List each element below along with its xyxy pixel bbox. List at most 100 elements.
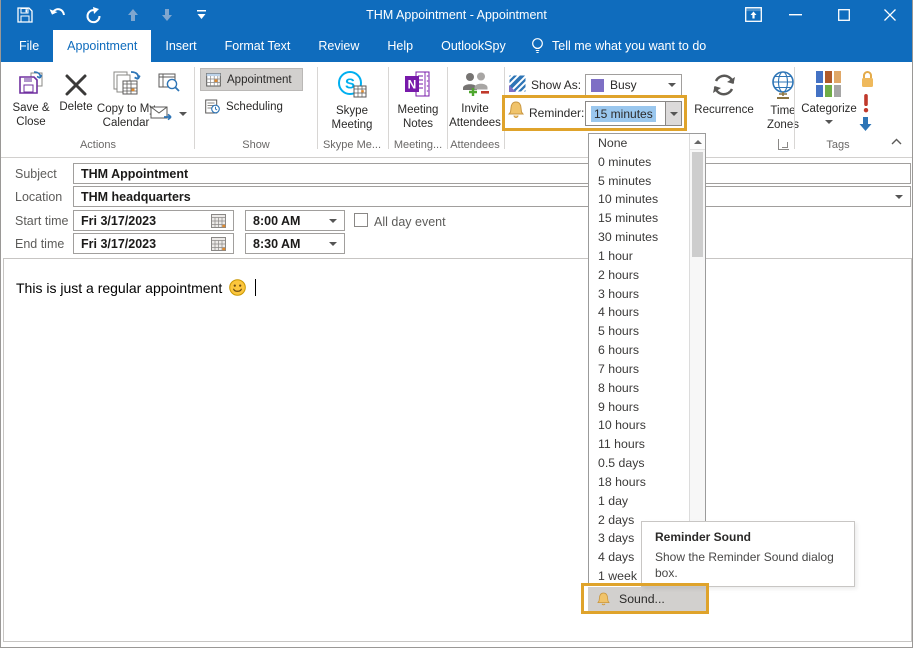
reminder-options: None0 minutes5 minutes10 minutes15 minut…: [589, 134, 690, 586]
group-separator: [794, 67, 795, 149]
reminder-option[interactable]: 18 hours: [589, 473, 690, 492]
reminder-option[interactable]: 0.5 days: [589, 454, 690, 473]
reminder-value: 15 minutes: [591, 106, 656, 122]
minimize-button[interactable]: [789, 14, 802, 16]
reminder-option[interactable]: 7 hours: [589, 360, 690, 379]
location-caret-icon[interactable]: [895, 195, 903, 199]
start-time-select[interactable]: 8:00 AM: [245, 210, 345, 231]
categorize-button[interactable]: Categorize: [800, 66, 858, 132]
start-date-picker[interactable]: Fri 3/17/2023: [73, 210, 234, 231]
all-day-checkbox[interactable]: [354, 213, 368, 227]
end-date-picker[interactable]: Fri 3/17/2023: [73, 233, 234, 254]
skype-icon: S: [337, 70, 367, 100]
reminder-sound-option[interactable]: Sound...: [588, 587, 706, 611]
dropdown-scrollbar[interactable]: [689, 134, 705, 585]
save-and-close-button[interactable]: Save & Close: [5, 66, 57, 132]
maximize-button[interactable]: [838, 9, 850, 21]
view-item-icon[interactable]: [158, 72, 180, 92]
tab-help[interactable]: Help: [373, 30, 427, 62]
save-close-icon: [18, 71, 44, 97]
reminder-option[interactable]: 2 hours: [589, 266, 690, 285]
appointment-view-toggle[interactable]: Appointment: [200, 68, 303, 91]
low-importance-icon[interactable]: [858, 116, 873, 132]
delete-button[interactable]: Delete: [57, 66, 95, 132]
reminder-option[interactable]: 10 hours: [589, 416, 690, 435]
location-input[interactable]: THM headquarters: [73, 186, 911, 207]
all-day-label: All day event: [374, 215, 446, 229]
forward-icon[interactable]: [150, 104, 174, 123]
ribbon-display-options-icon[interactable]: [745, 7, 762, 22]
appointment-view-label: Appointment: [227, 74, 292, 86]
subject-input[interactable]: THM Appointment: [73, 163, 911, 184]
reminder-select[interactable]: 15 minutes: [585, 101, 682, 126]
calendar-picker-icon[interactable]: [211, 237, 226, 251]
meeting-group-label: Meeting...: [389, 139, 447, 151]
reminder-option[interactable]: 5 hours: [589, 322, 690, 341]
location-label: Location: [15, 190, 62, 204]
show-as-select[interactable]: Busy: [585, 74, 682, 96]
collapse-ribbon-icon[interactable]: [891, 138, 902, 145]
globe-icon: [769, 70, 797, 100]
reminder-sound-tooltip: Reminder Sound Show the Reminder Sound d…: [641, 521, 855, 587]
tab-outlookspy[interactable]: OutlookSpy: [427, 30, 520, 62]
time-zones-label: Time Zones: [761, 105, 805, 133]
reminder-option[interactable]: 15 minutes: [589, 209, 690, 228]
reminder-option[interactable]: None: [589, 134, 690, 153]
reminder-option[interactable]: 11 hours: [589, 435, 690, 454]
categorize-icon: [816, 71, 842, 98]
end-time-label: End time: [15, 237, 64, 251]
tab-appointment[interactable]: Appointment: [53, 30, 151, 62]
reminder-option[interactable]: 8 hours: [589, 379, 690, 398]
high-importance-icon[interactable]: [862, 94, 870, 113]
options-dialog-launcher[interactable]: [778, 139, 789, 150]
scroll-up-button[interactable]: [690, 134, 705, 150]
recurrence-label: Recurrence: [694, 104, 753, 118]
reminder-option[interactable]: 4 hours: [589, 303, 690, 322]
copy-to-my-calendar-button[interactable]: Copy to My Calendar: [95, 66, 157, 132]
reminder-option[interactable]: 0 minutes: [589, 153, 690, 172]
recurrence-button[interactable]: Recurrence: [685, 66, 763, 132]
tab-review[interactable]: Review: [304, 30, 373, 62]
forward-dropdown-caret[interactable]: [179, 112, 187, 116]
tab-insert[interactable]: Insert: [151, 30, 210, 62]
skype-group-label: Skype Me...: [318, 139, 386, 151]
scroll-up-icon: [694, 140, 702, 144]
private-lock-icon[interactable]: [860, 70, 875, 88]
scrollbar-thumb[interactable]: [692, 152, 703, 257]
text-cursor: [255, 279, 256, 296]
time-zones-button[interactable]: Time Zones: [761, 66, 805, 132]
attendees-group-label: Attendees: [447, 139, 503, 151]
title-bar: THM Appointment - Appointment: [0, 0, 913, 30]
reminder-option[interactable]: 1 day: [589, 492, 690, 511]
skype-meeting-button[interactable]: S Skype Meeting: [320, 66, 384, 132]
start-date-value: Fri 3/17/2023: [81, 214, 156, 228]
reminder-option[interactable]: 9 hours: [589, 398, 690, 417]
scheduling-view-toggle[interactable]: Scheduling: [200, 95, 303, 118]
tab-format-text[interactable]: Format Text: [211, 30, 305, 62]
save-close-label: Save & Close: [5, 102, 57, 130]
close-button[interactable]: [884, 9, 896, 21]
tell-me-box[interactable]: Tell me what you want to do: [531, 30, 706, 62]
subject-label: Subject: [15, 167, 57, 181]
reminder-option[interactable]: 1 hour: [589, 247, 690, 266]
delete-icon: [65, 74, 87, 96]
reminder-option[interactable]: 6 hours: [589, 341, 690, 360]
invite-attendees-button[interactable]: Invite Attendees: [449, 66, 501, 132]
reminder-option[interactable]: 30 minutes: [589, 228, 690, 247]
categorize-caret-icon: [825, 120, 833, 124]
sound-bell-icon: [597, 592, 610, 607]
group-separator: [388, 67, 389, 149]
show-as-value: Busy: [610, 78, 637, 92]
reminder-dropdown-button[interactable]: [665, 102, 681, 125]
reminder-option[interactable]: 5 minutes: [589, 172, 690, 191]
tab-file[interactable]: File: [5, 30, 53, 62]
reminder-option[interactable]: 10 minutes: [589, 190, 690, 209]
end-time-select[interactable]: 8:30 AM: [245, 233, 345, 254]
end-time-value: 8:30 AM: [253, 237, 300, 251]
meeting-notes-button[interactable]: N Meeting Notes: [391, 66, 445, 132]
reminder-option[interactable]: 3 hours: [589, 285, 690, 304]
group-separator: [504, 67, 505, 149]
smiley-emoji-icon: [229, 279, 246, 296]
calendar-picker-icon[interactable]: [211, 214, 226, 228]
copy-to-calendar-label: Copy to My Calendar: [95, 103, 157, 131]
